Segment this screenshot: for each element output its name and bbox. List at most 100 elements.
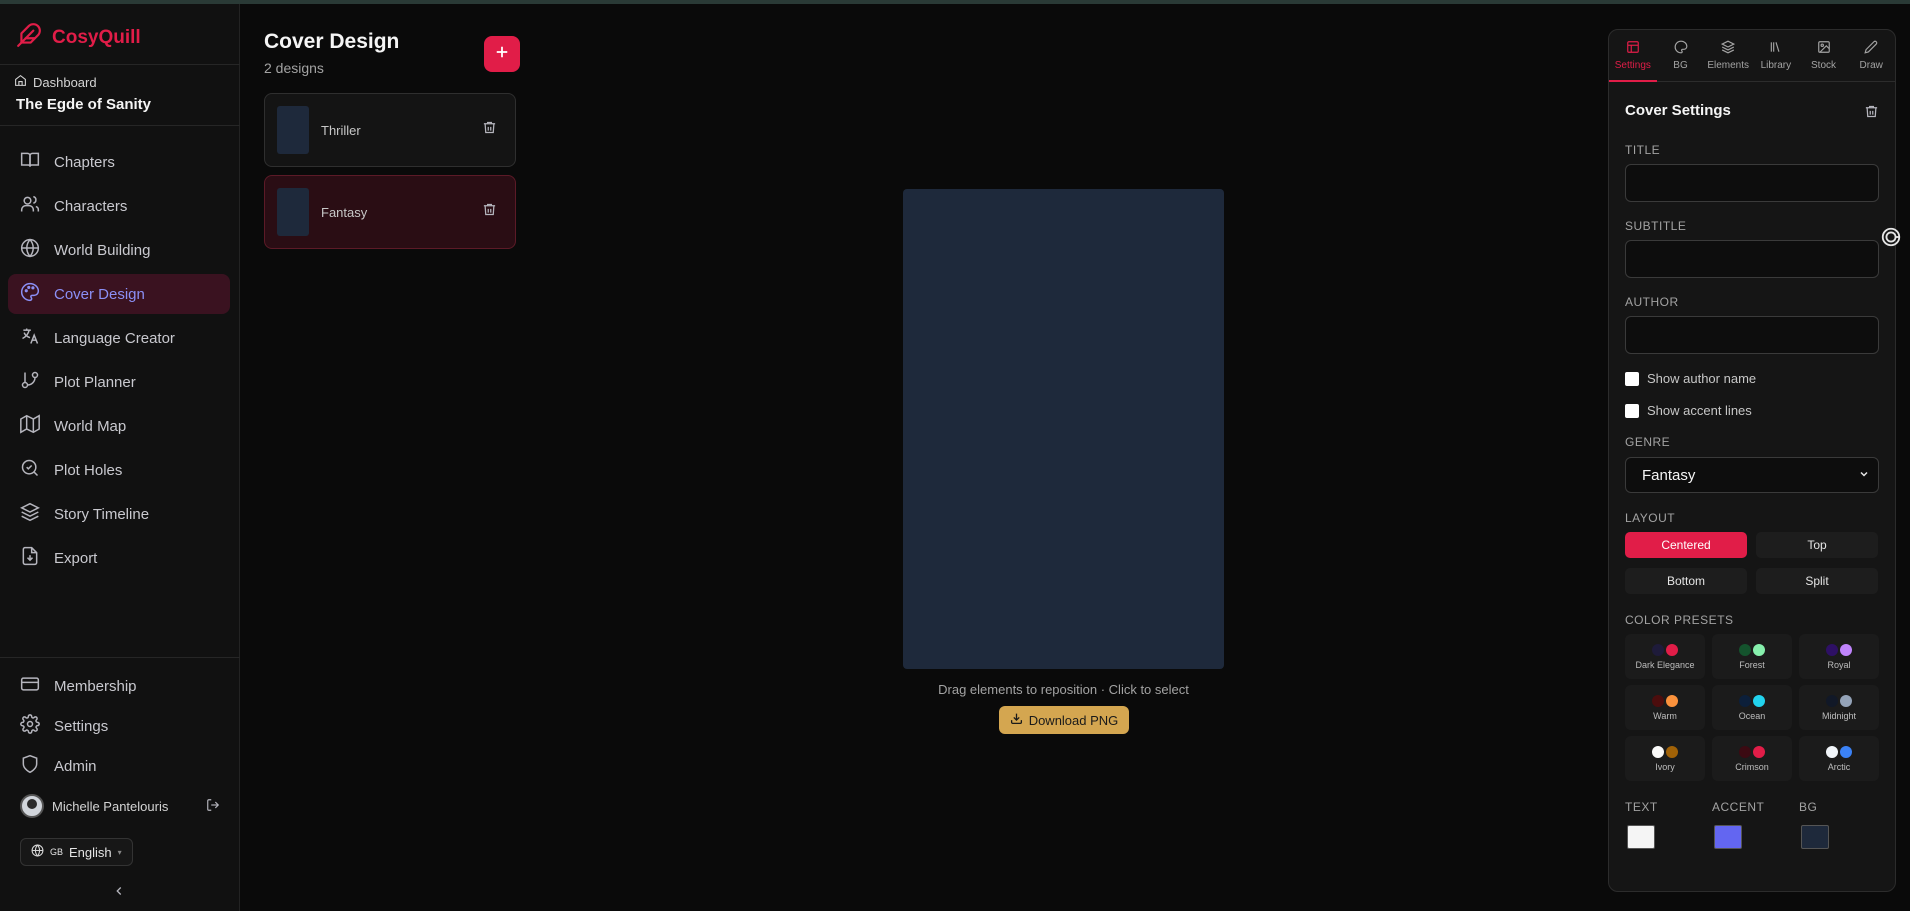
preset-swatches (1826, 745, 1852, 758)
sidebar-item-cover-design[interactable]: Cover Design (8, 274, 230, 314)
logout-icon[interactable] (206, 798, 220, 815)
sidebar-item-language-creator[interactable]: Language Creator (8, 318, 230, 358)
genre-select[interactable]: Fantasy (1625, 457, 1879, 493)
sidebar-item-world-building[interactable]: World Building (8, 230, 230, 270)
checkbox-label: Show accent lines (1647, 403, 1752, 418)
design-thumbnail (277, 106, 309, 154)
plus-icon (493, 43, 511, 66)
tab-label: Elements (1707, 60, 1750, 71)
tab-label: Settings (1614, 60, 1651, 71)
download-png-button[interactable]: Download PNG (999, 706, 1129, 734)
language-flag: GB (50, 847, 64, 857)
color-preset-royal[interactable]: Royal (1799, 634, 1879, 679)
preset-dot (1739, 643, 1751, 656)
feather-icon (16, 22, 42, 53)
chevron-down-icon (1858, 467, 1870, 484)
preset-dot (1739, 745, 1751, 758)
preset-swatches (1652, 694, 1678, 707)
trash-icon[interactable] (482, 120, 497, 140)
cover-canvas[interactable] (903, 189, 1224, 669)
layout-bottom-button[interactable]: Bottom (1625, 568, 1747, 594)
text-color-swatch[interactable] (1627, 825, 1655, 849)
layout-centered-button[interactable]: Centered (1625, 532, 1747, 558)
title-input[interactable] (1625, 164, 1879, 202)
design-card-fantasy[interactable]: Fantasy (264, 175, 516, 249)
checkbox[interactable] (1625, 371, 1639, 386)
git-branch-icon (20, 370, 40, 394)
page-title: Cover Design (264, 30, 400, 53)
users-icon (20, 194, 40, 218)
bg-color-label: BG (1799, 800, 1818, 814)
tab-stock[interactable]: Stock (1800, 30, 1848, 81)
preset-dot (1666, 745, 1678, 758)
design-card-thriller[interactable]: Thriller (264, 93, 516, 167)
tab-settings[interactable]: Settings (1609, 30, 1657, 82)
preset-dot (1652, 643, 1664, 656)
tab-bg[interactable]: BG (1657, 30, 1705, 81)
design-thumbnail (277, 188, 309, 236)
checkbox-label: Show author name (1647, 371, 1757, 386)
sidebar-item-story-timeline[interactable]: Story Timeline (8, 494, 230, 534)
divider (0, 125, 240, 126)
color-preset-crimson[interactable]: Crimson (1712, 736, 1792, 781)
color-preset-dark-elegance[interactable]: Dark Elegance (1625, 634, 1705, 679)
sidebar-item-membership[interactable]: Membership (8, 668, 230, 704)
trash-icon[interactable] (1864, 104, 1879, 124)
tab-draw[interactable]: Draw (1847, 30, 1895, 81)
sidebar-item-plot-planner[interactable]: Plot Planner (8, 362, 230, 402)
show-author-checkbox[interactable]: Show author name (1625, 371, 1756, 386)
tab-label: Library (1760, 60, 1792, 71)
design-name: Thriller (321, 122, 361, 138)
layout-split-button[interactable]: Split (1756, 568, 1878, 594)
color-preset-ocean[interactable]: Ocean (1712, 685, 1792, 730)
genre-value: Fantasy (1642, 466, 1696, 484)
sidebar-item-label: Plot Planner (54, 373, 136, 391)
layout-top-button[interactable]: Top (1756, 532, 1878, 558)
collapse-sidebar-button[interactable] (112, 884, 126, 903)
globe-icon (31, 844, 44, 860)
sidebar-item-characters[interactable]: Characters (8, 186, 230, 226)
genre-label: GENRE (1625, 435, 1671, 449)
accent-color-swatch[interactable] (1714, 825, 1742, 849)
preset-label: Arctic (1827, 761, 1851, 772)
trash-icon[interactable] (482, 202, 497, 222)
color-preset-midnight[interactable]: Midnight (1799, 685, 1879, 730)
preset-dot (1840, 694, 1852, 707)
tab-library[interactable]: Library (1752, 30, 1800, 81)
preset-dot (1652, 694, 1664, 707)
bg-color-swatch[interactable] (1801, 825, 1829, 849)
main-nav: Chapters Characters World Building Cover… (8, 142, 230, 582)
preset-label: Warm (1653, 710, 1677, 721)
sidebar-item-chapters[interactable]: Chapters (8, 142, 230, 182)
checkbox[interactable] (1625, 403, 1639, 418)
avatar (20, 794, 44, 818)
sidebar-item-settings[interactable]: Settings (8, 708, 230, 744)
author-input[interactable] (1625, 316, 1879, 354)
preset-swatches (1826, 643, 1852, 656)
tab-elements[interactable]: Elements (1704, 30, 1752, 81)
dashboard-link[interactable]: Dashboard (14, 74, 97, 90)
color-preset-warm[interactable]: Warm (1625, 685, 1705, 730)
user-profile[interactable]: Michelle Pantelouris (20, 794, 220, 818)
language-selector[interactable]: GB English ▾ (20, 838, 133, 866)
sidebar-item-admin[interactable]: Admin (8, 748, 230, 784)
preset-label: Midnight (1821, 710, 1857, 721)
add-design-button[interactable] (484, 36, 520, 72)
sidebar-item-export[interactable]: Export (8, 538, 230, 578)
preset-label: Ivory (1655, 761, 1675, 772)
preset-dot (1753, 694, 1765, 707)
subtitle-input[interactable] (1625, 240, 1879, 278)
brand[interactable]: CosyQuill (16, 22, 141, 53)
preset-dot (1666, 643, 1678, 656)
top-accent-line (0, 0, 1910, 4)
chevron-down-icon: ▾ (117, 847, 122, 857)
floating-assistant-icon[interactable] (1880, 226, 1902, 253)
sidebar-item-world-map[interactable]: World Map (8, 406, 230, 446)
show-accent-checkbox[interactable]: Show accent lines (1625, 403, 1752, 418)
color-preset-forest[interactable]: Forest (1712, 634, 1792, 679)
sidebar-item-plot-holes[interactable]: Plot Holes (8, 450, 230, 490)
panel-tabs: Settings BG Elements Library Stock Draw (1609, 30, 1895, 82)
color-preset-ivory[interactable]: Ivory (1625, 736, 1705, 781)
color-preset-arctic[interactable]: Arctic (1799, 736, 1879, 781)
sidebar-item-label: World Map (54, 417, 127, 435)
